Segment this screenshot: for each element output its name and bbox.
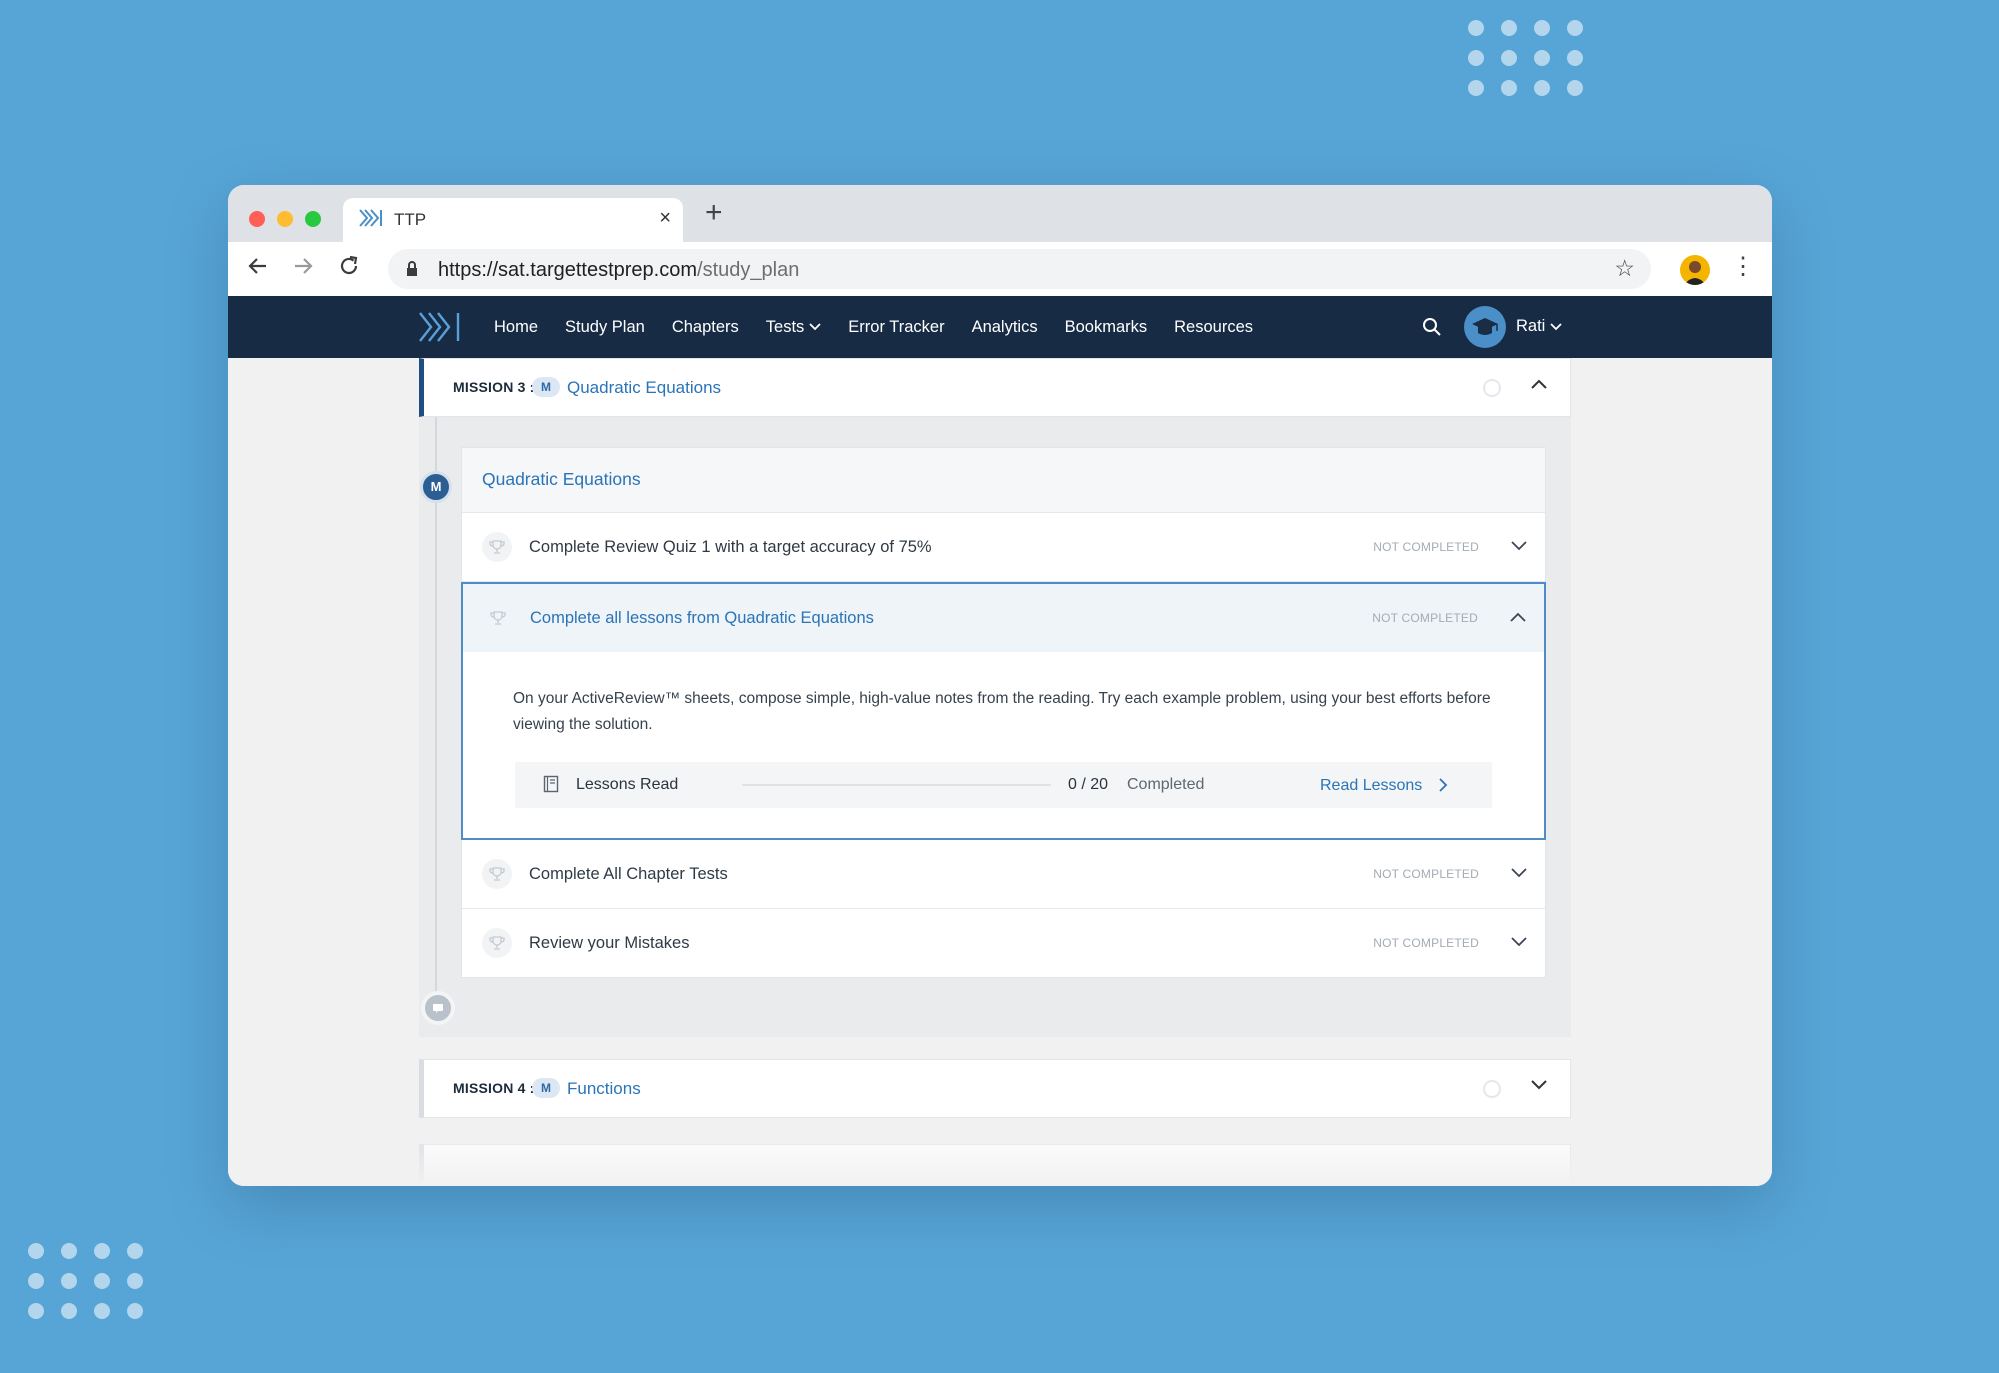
address-bar: https://sat.targettestprep.com/study_pla… — [228, 242, 1772, 296]
search-icon[interactable] — [1422, 317, 1442, 342]
chevron-up-icon[interactable] — [1530, 377, 1548, 395]
task-text: Complete All Chapter Tests — [529, 865, 728, 883]
progress-state: Completed — [1127, 776, 1205, 793]
nav-study-plan[interactable]: Study Plan — [565, 318, 645, 337]
forward-arrow-icon[interactable] — [291, 254, 315, 285]
mission-title[interactable]: Functions — [567, 1079, 641, 1099]
ttp-brand-logo[interactable] — [418, 310, 462, 349]
maximize-window-button[interactable] — [305, 211, 321, 227]
chevron-down-icon[interactable] — [1511, 538, 1527, 556]
trophy-icon — [482, 532, 512, 562]
mission-status-circle — [1483, 379, 1501, 397]
browser-profile-avatar[interactable] — [1680, 255, 1710, 285]
content-fade — [228, 1126, 1772, 1186]
chevron-down-icon — [809, 323, 821, 331]
trophy-icon — [482, 928, 512, 958]
url-text: https://sat.targettestprep.com/study_pla… — [438, 259, 800, 281]
nav-bookmarks[interactable]: Bookmarks — [1065, 318, 1148, 337]
new-tab-button[interactable]: + — [705, 196, 723, 230]
mission-4-header[interactable]: MISSION 4 : M Functions — [419, 1059, 1571, 1118]
back-arrow-icon[interactable] — [246, 254, 270, 285]
decorative-dots-top — [1468, 20, 1583, 96]
mission-3-header[interactable]: MISSION 3 : M Quadratic Equations — [419, 358, 1571, 417]
timeline-start-marker: M — [420, 471, 452, 503]
chapter-card: Quadratic Equations Complete Review Quiz… — [461, 447, 1546, 978]
task-status: NOT COMPLETED — [1372, 611, 1478, 625]
chapter-header: Quadratic Equations — [462, 448, 1545, 513]
trophy-icon — [483, 603, 513, 633]
mission-badge: M — [532, 1078, 560, 1098]
timeline-end-marker — [421, 991, 455, 1025]
trophy-icon — [482, 859, 512, 889]
task-text: Complete Review Quiz 1 with a target acc… — [529, 538, 932, 556]
study-plan-content: MISSION 3 : M Quadratic Equations M Quad… — [228, 358, 1772, 1186]
chevron-down-icon — [1550, 322, 1562, 330]
nav-analytics[interactable]: Analytics — [972, 318, 1038, 337]
nav-resources[interactable]: Resources — [1174, 318, 1253, 337]
user-menu[interactable]: Rati — [1516, 317, 1562, 336]
decorative-dots-bottom — [28, 1243, 143, 1319]
user-name: Rati — [1516, 317, 1546, 335]
progress-bar — [742, 784, 1051, 786]
chevron-down-icon[interactable] — [1511, 865, 1527, 883]
nav-tests[interactable]: Tests — [766, 318, 822, 337]
mission-label: MISSION 3 : — [453, 379, 535, 395]
browser-window: TTP × + https://sat.targettestprep.com/s… — [228, 185, 1772, 1186]
browser-tab[interactable]: TTP × — [343, 198, 683, 242]
flag-icon — [433, 1004, 443, 1013]
nav-home[interactable]: Home — [494, 318, 538, 337]
task-status: NOT COMPLETED — [1373, 867, 1479, 881]
user-avatar[interactable] — [1464, 306, 1506, 348]
mission-title[interactable]: Quadratic Equations — [567, 378, 721, 398]
chevron-right-icon[interactable] — [1438, 777, 1448, 798]
task-description: On your ActiveReview™ sheets, compose si… — [513, 690, 1491, 733]
read-lessons-link[interactable]: Read Lessons — [1320, 777, 1422, 795]
timeline-line — [435, 417, 437, 1007]
task-text: Review your Mistakes — [529, 934, 690, 952]
reload-icon[interactable] — [337, 254, 361, 285]
tab-close-icon[interactable]: × — [659, 207, 671, 230]
tab-bar: TTP × + — [228, 185, 1772, 242]
minimize-window-button[interactable] — [277, 211, 293, 227]
lock-icon — [406, 261, 418, 282]
nav-error-tracker[interactable]: Error Tracker — [848, 318, 944, 337]
nav-tests-label: Tests — [765, 317, 805, 336]
site-navbar: Home Study Plan Chapters Tests Error Tra… — [228, 296, 1772, 358]
task-status: NOT COMPLETED — [1373, 936, 1479, 950]
mission-badge: M — [532, 377, 560, 397]
nav-chapters[interactable]: Chapters — [672, 318, 739, 337]
chapter-title[interactable]: Quadratic Equations — [482, 469, 641, 490]
progress-count: 0 / 20 — [1068, 776, 1109, 793]
book-icon — [543, 775, 559, 798]
task-row[interactable]: Review your Mistakes NOT COMPLETED — [462, 909, 1545, 977]
ttp-logo-icon — [359, 208, 383, 233]
chevron-up-icon[interactable] — [1510, 609, 1526, 627]
chevron-down-icon[interactable] — [1511, 934, 1527, 952]
tab-title: TTP — [394, 210, 427, 229]
progress-label: Lessons Read — [576, 776, 679, 793]
bookmark-star-icon[interactable]: ☆ — [1614, 255, 1635, 282]
task-row[interactable]: Complete All Chapter Tests NOT COMPLETED — [462, 840, 1545, 909]
task-row[interactable]: Complete Review Quiz 1 with a target acc… — [462, 513, 1545, 582]
task-text: Complete all lessons from Quadratic Equa… — [530, 609, 874, 627]
browser-menu-icon[interactable]: ⋮ — [1731, 252, 1755, 281]
chevron-down-icon[interactable] — [1530, 1078, 1548, 1096]
lessons-progress: Lessons Read 0 / 20 Completed Read Lesso… — [515, 762, 1492, 808]
mission-status-circle — [1483, 1080, 1501, 1098]
url-input[interactable]: https://sat.targettestprep.com/study_pla… — [388, 249, 1651, 289]
task-row-expanded[interactable]: Complete all lessons from Quadratic Equa… — [463, 584, 1544, 652]
task-expanded-panel: Complete all lessons from Quadratic Equa… — [461, 582, 1546, 840]
close-window-button[interactable] — [249, 211, 265, 227]
task-status: NOT COMPLETED — [1373, 540, 1479, 554]
mission-label: MISSION 4 : — [453, 1080, 535, 1096]
main-nav: Home Study Plan Chapters Tests Error Tra… — [494, 296, 1253, 358]
